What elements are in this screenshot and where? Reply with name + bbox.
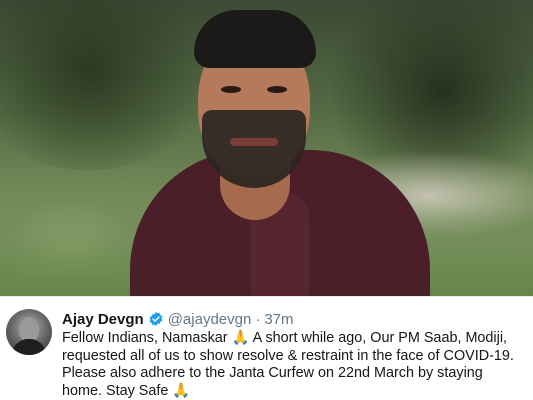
tweet-photo[interactable]	[0, 0, 533, 296]
mouth	[230, 138, 278, 146]
user-handle[interactable]: @ajaydevgn	[168, 311, 252, 328]
display-name[interactable]: Ajay Devgn	[62, 311, 144, 328]
tweet-timestamp[interactable]: 37m	[264, 311, 293, 328]
hair	[194, 10, 316, 68]
tweet-text: Fellow Indians, Namaskar 🙏 A short while…	[62, 330, 514, 399]
tweet-card: Ajay Devgn @ajaydevgn · 37m Fellow India…	[0, 296, 533, 400]
verified-badge-icon	[148, 311, 164, 327]
person-figure	[100, 0, 460, 296]
separator-dot: ·	[255, 310, 261, 328]
avatar[interactable]	[6, 309, 52, 355]
tweet-header: Ajay Devgn @ajaydevgn · 37m	[62, 309, 294, 329]
right-eye	[267, 86, 287, 93]
left-eye	[221, 86, 241, 93]
